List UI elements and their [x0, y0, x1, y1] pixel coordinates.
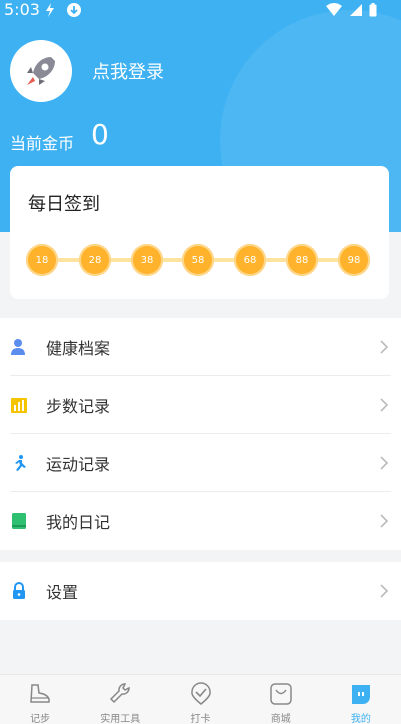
signal-icon	[350, 4, 362, 16]
signin-day-coin[interactable]: 18 ✦	[26, 240, 60, 276]
wrench-icon	[110, 683, 131, 704]
coin-value: 28	[88, 254, 102, 266]
nav-tab-steps[interactable]: 记步	[0, 675, 80, 724]
signin-title: 每日签到	[28, 194, 100, 215]
coin-value: 88	[295, 254, 309, 266]
sparkle-icon: ✦	[155, 240, 165, 253]
signin-day-coin[interactable]: 98 ✦	[338, 240, 372, 276]
menu-item-label: 步数记录	[46, 397, 111, 416]
health-profile-icon	[11, 339, 25, 355]
check-badge-icon	[190, 682, 211, 705]
chevron-right-icon	[380, 514, 389, 528]
coin-value: 38	[140, 254, 154, 266]
rocket-icon	[27, 57, 55, 85]
coin-value: 58	[191, 254, 205, 266]
nav-label: 打卡	[190, 714, 211, 724]
coin-value: 68	[243, 254, 257, 266]
status-time: 5:03	[4, 0, 40, 19]
menu-item-health-profile[interactable]: 健康档案	[0, 318, 401, 376]
nav-label: 实用工具	[100, 714, 141, 724]
coins-label: 当前金币	[10, 134, 75, 153]
sparkle-icon: ✦	[258, 240, 268, 253]
running-icon	[15, 455, 26, 471]
signin-day-coin[interactable]: 28 ✦	[79, 240, 113, 276]
menu-item-my-diary[interactable]: 我的日记	[0, 492, 401, 550]
signin-day-coin[interactable]: 58 ✦	[182, 240, 216, 276]
sparkle-icon: ✦	[50, 240, 60, 253]
download-icon	[67, 3, 81, 17]
nav-tab-mine[interactable]: 我的	[321, 675, 401, 724]
sparkle-icon: ✦	[362, 240, 372, 253]
menu-group-records: 健康档案 步数记录 运动记录 我的日记	[0, 318, 401, 550]
menu-item-label: 我的日记	[46, 513, 111, 532]
signin-day-coin[interactable]: 38 ✦	[131, 240, 165, 276]
chevron-right-icon	[380, 340, 389, 354]
status-right	[325, 2, 377, 18]
signin-day-coin[interactable]: 68 ✦	[234, 240, 268, 276]
login-prompt[interactable]: 点我登录	[92, 58, 164, 84]
chevron-right-icon	[380, 398, 389, 412]
menu-item-settings[interactable]: 设置	[0, 562, 401, 620]
coins-value: 0	[91, 118, 109, 151]
menu-item-label: 设置	[46, 583, 79, 602]
daily-signin-card: 每日签到 18 ✦ 28 ✦ 38 ✦ 58 ✦ 68 ✦ 88 ✦ 98 ✦	[10, 166, 389, 299]
chevron-right-icon	[380, 456, 389, 470]
menu-group-settings: 设置	[0, 562, 401, 620]
shopping-bag-icon	[269, 683, 292, 705]
menu-item-exercise-records[interactable]: 运动记录	[0, 434, 401, 492]
profile-face-icon	[351, 685, 370, 704]
battery-icon	[369, 3, 377, 17]
nav-label: 记步	[30, 714, 51, 724]
nav-label: 商城	[270, 714, 291, 724]
status-bar: 5:03	[0, 0, 401, 20]
lock-icon	[13, 582, 25, 599]
bottom-nav: 记步 实用工具 打卡 商城 我的	[0, 674, 401, 724]
wifi-icon	[326, 3, 342, 16]
signin-day-coin[interactable]: 88 ✦	[286, 240, 320, 276]
menu-item-label: 健康档案	[46, 339, 111, 358]
nav-tab-checkin[interactable]: 打卡	[160, 675, 240, 724]
network-activity-icon	[46, 3, 54, 17]
avatar[interactable]	[10, 40, 72, 102]
menu-item-label: 运动记录	[46, 455, 111, 474]
coin-value: 18	[35, 254, 49, 266]
sparkle-icon: ✦	[310, 240, 320, 253]
nav-tab-tools[interactable]: 实用工具	[80, 675, 160, 724]
sparkle-icon: ✦	[103, 240, 113, 253]
shoe-icon	[30, 684, 50, 703]
menu-item-step-records[interactable]: 步数记录	[0, 376, 401, 434]
nav-tab-shop[interactable]: 商城	[241, 675, 321, 724]
nav-label: 我的	[350, 714, 371, 724]
steps-chart-icon	[11, 398, 27, 413]
sparkle-icon: ✦	[206, 240, 216, 253]
chevron-right-icon	[380, 584, 389, 598]
coin-value: 98	[347, 254, 361, 266]
diary-book-icon	[12, 513, 26, 529]
